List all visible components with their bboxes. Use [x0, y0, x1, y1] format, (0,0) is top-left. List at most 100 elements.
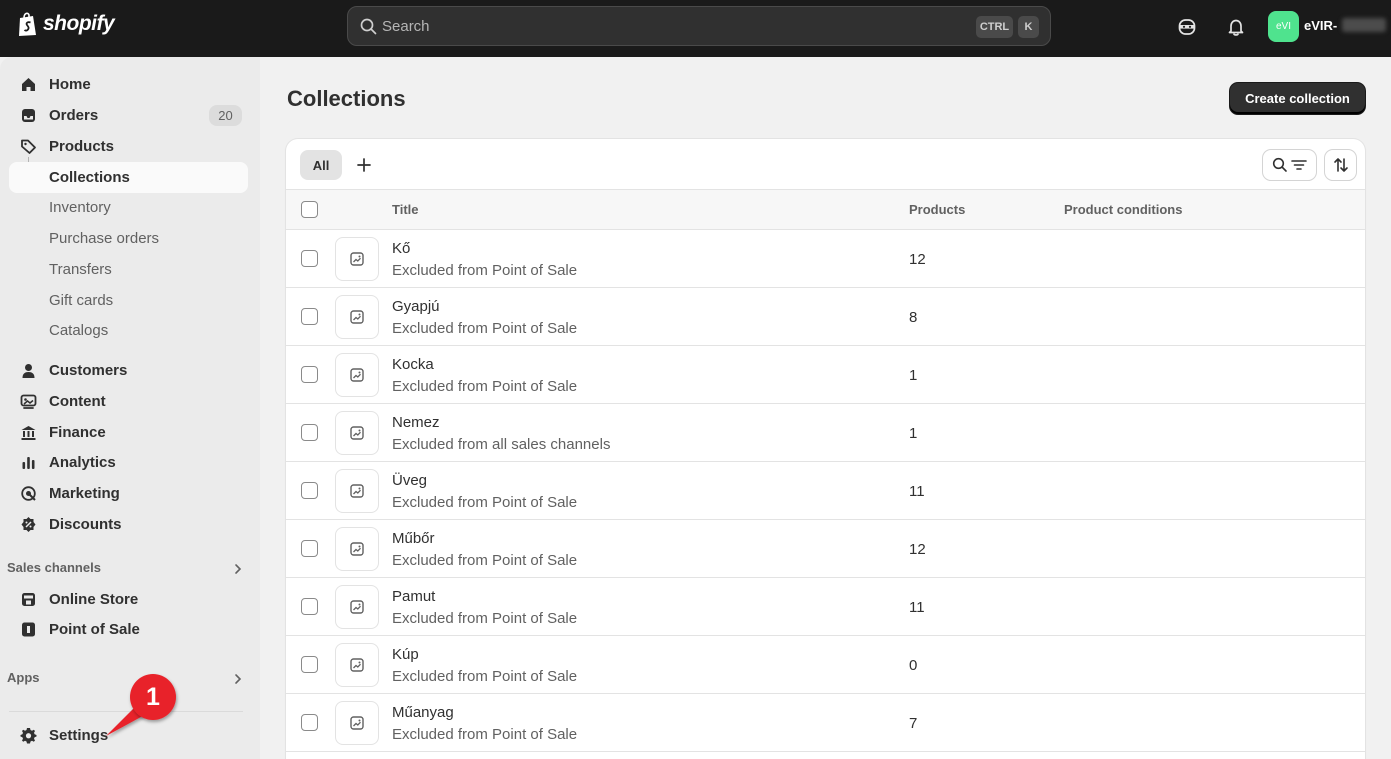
row-checkbox[interactable]	[301, 366, 318, 383]
sidebar-item-purchase-orders[interactable]: Purchase orders	[9, 223, 248, 254]
pos-icon	[22, 622, 35, 637]
collection-product-count: 12	[909, 541, 926, 558]
person-icon	[22, 364, 35, 378]
apps-label: Apps	[7, 670, 40, 685]
sidebar-item-label: Purchase orders	[49, 230, 160, 247]
sidebar-item-label: Transfers	[49, 261, 112, 278]
table-row[interactable]: Üveg Excluded from Point of Sale 11	[286, 462, 1365, 520]
collections-card: All Title Products Product conditions Kő…	[286, 139, 1365, 759]
collection-title[interactable]: Kúp	[392, 646, 419, 663]
collection-title[interactable]: Műbőr	[392, 530, 435, 547]
tab-all[interactable]: All	[300, 150, 342, 180]
bank-icon	[21, 426, 36, 440]
image-placeholder-icon	[350, 600, 364, 614]
table-row[interactable]: Műanyag Excluded from Point of Sale 7	[286, 694, 1365, 752]
row-checkbox[interactable]	[301, 656, 318, 673]
sidebar-item-home[interactable]: Home	[9, 69, 248, 100]
select-all-checkbox[interactable]	[301, 201, 318, 218]
collection-product-count: 11	[909, 483, 925, 500]
image-placeholder-icon	[350, 542, 364, 556]
sidebar-item-gift-cards[interactable]: Gift cards	[9, 285, 248, 316]
top-bar: shopify CTRL K eVI eVIR-	[0, 0, 1391, 57]
sidebar-item-finance[interactable]: Finance	[9, 417, 248, 448]
column-title[interactable]: Title	[392, 202, 419, 217]
sidebar-item-label: Marketing	[49, 485, 120, 502]
sidebar-item-marketing[interactable]: Marketing	[9, 478, 248, 509]
create-collection-button[interactable]: Create collection	[1230, 83, 1365, 114]
row-checkbox[interactable]	[301, 714, 318, 731]
sidebar-item-label: Online Store	[49, 591, 139, 608]
sidebar-item-customers[interactable]: Customers	[9, 355, 248, 386]
row-checkbox[interactable]	[301, 540, 318, 557]
table-row[interactable]: Nemez Excluded from all sales channels 1	[286, 404, 1365, 462]
sidebar-item-transfers[interactable]: Transfers	[9, 254, 248, 285]
sidebar-item-label: Customers	[49, 362, 128, 379]
sales-channels-heading[interactable]: Sales channels	[7, 560, 245, 580]
row-checkbox[interactable]	[301, 308, 318, 325]
image-placeholder-icon	[350, 658, 364, 672]
row-checkbox[interactable]	[301, 482, 318, 499]
table-row[interactable]: Műbőr Excluded from Point of Sale 12	[286, 520, 1365, 578]
sidekick-glyph-icon	[1178, 19, 1196, 35]
table-header: Title Products Product conditions	[286, 190, 1365, 230]
collection-title[interactable]: Pamut	[392, 588, 435, 605]
collection-product-count: 7	[909, 715, 918, 732]
sidebar-item-label: Discounts	[49, 516, 122, 533]
collection-availability: Excluded from Point of Sale	[392, 726, 578, 743]
bell-icon[interactable]	[1225, 16, 1247, 38]
global-search[interactable]: CTRL K	[347, 6, 1051, 46]
collection-availability: Excluded from Point of Sale	[392, 320, 578, 337]
search-filter-button[interactable]	[1263, 150, 1316, 180]
column-products[interactable]: Products	[909, 202, 965, 217]
column-product-conditions: Product conditions	[1064, 202, 1183, 217]
store-name[interactable]: eVIR-	[1304, 18, 1337, 33]
sidebar-item-collections[interactable]: Collections	[9, 162, 248, 193]
sidebar-item-discounts[interactable]: Discounts	[9, 509, 248, 540]
collection-availability: Excluded from all sales channels	[392, 436, 611, 453]
shortcut-k-key: K	[1018, 16, 1039, 38]
collection-title[interactable]: Kő	[392, 240, 410, 257]
row-checkbox[interactable]	[301, 598, 318, 615]
collection-title[interactable]: Kocka	[392, 356, 434, 373]
collection-availability: Excluded from Point of Sale	[392, 668, 578, 685]
view-tabs: All	[286, 139, 1365, 190]
table-row[interactable]: Pamut Excluded from Point of Sale 11	[286, 578, 1365, 636]
collection-title[interactable]: Műanyag	[392, 704, 454, 721]
sidebar-item-products[interactable]: Products	[9, 131, 248, 162]
sidekick-icon[interactable]	[1176, 16, 1198, 38]
row-checkbox[interactable]	[301, 250, 318, 267]
store-avatar[interactable]: eVI	[1268, 11, 1299, 42]
sidebar-item-orders[interactable]: Orders 20	[9, 100, 248, 131]
sidebar-item-analytics[interactable]: Analytics	[9, 447, 248, 478]
image-placeholder-icon	[350, 252, 364, 266]
table-row[interactable]: Kő Excluded from Point of Sale 12	[286, 230, 1365, 288]
sidebar-item-label: Inventory	[49, 199, 111, 216]
storefront-icon	[22, 593, 35, 606]
collection-product-count: 1	[909, 425, 918, 442]
sidebar-item-label: Home	[49, 76, 91, 93]
collection-thumbnail	[335, 585, 379, 629]
sidebar-item-label: Catalogs	[49, 322, 109, 339]
collection-product-count: 0	[909, 657, 918, 674]
collection-title[interactable]: Nemez	[392, 414, 440, 431]
shopify-logo[interactable]: shopify	[17, 11, 115, 37]
table-row[interactable]: Gyapjú Excluded from Point of Sale 8	[286, 288, 1365, 346]
sidebar-item-catalogs[interactable]: Catalogs	[9, 315, 248, 346]
row-checkbox[interactable]	[301, 424, 318, 441]
sidebar-item-inventory[interactable]: Inventory	[9, 192, 248, 223]
collection-thumbnail	[335, 527, 379, 571]
collection-thumbnail	[335, 469, 379, 513]
sales-channels-label: Sales channels	[7, 560, 101, 575]
sidebar-item-label: Orders	[49, 107, 99, 124]
search-input[interactable]	[382, 7, 942, 45]
collection-title[interactable]: Üveg	[392, 472, 427, 489]
table-row[interactable]: Kúp Excluded from Point of Sale 0	[286, 636, 1365, 694]
collection-title[interactable]: Gyapjú	[392, 298, 440, 315]
sidebar-item-online-store[interactable]: Online Store	[9, 584, 248, 615]
sidebar-item-point-of-sale[interactable]: Point of Sale	[9, 614, 248, 645]
page-title: Collections	[287, 86, 406, 111]
sidebar-item-content[interactable]: Content	[9, 386, 248, 417]
table-row[interactable]: Kocka Excluded from Point of Sale 1	[286, 346, 1365, 404]
add-view-icon[interactable]	[354, 155, 374, 175]
sort-button[interactable]	[1325, 150, 1356, 180]
